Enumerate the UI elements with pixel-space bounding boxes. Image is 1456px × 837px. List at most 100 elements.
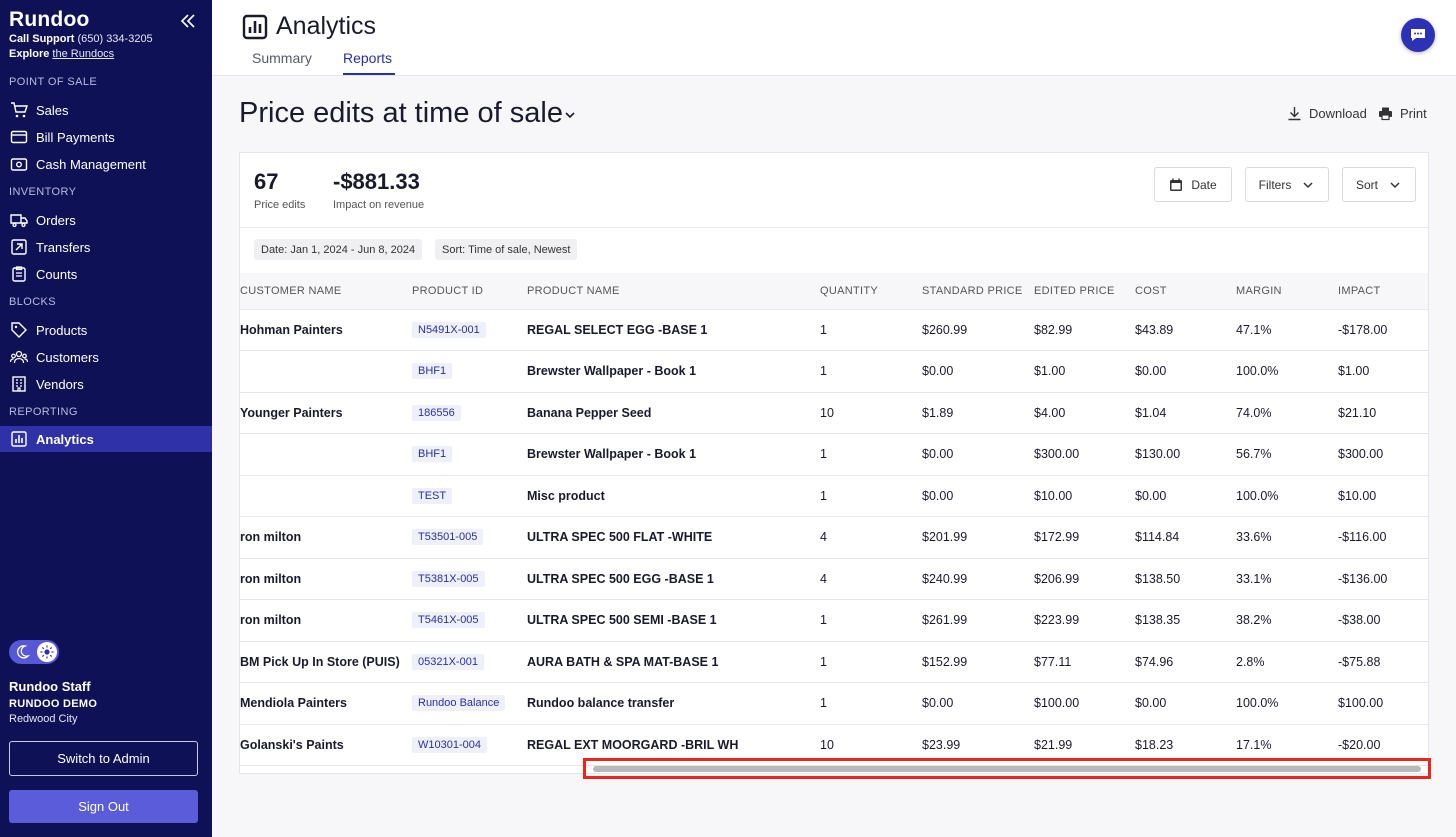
product-id-badge[interactable]: W10301-004 xyxy=(412,736,487,753)
product-id-badge[interactable]: T53501-005 xyxy=(412,529,484,546)
table-cell xyxy=(240,433,412,476)
truck-icon xyxy=(10,214,28,228)
table-cell xyxy=(240,475,412,517)
table-cell: $300.00 xyxy=(1034,433,1135,476)
sidebar-item-vendors[interactable]: Vendors xyxy=(0,371,212,397)
download-button[interactable]: Download xyxy=(1287,106,1367,121)
column-header[interactable]: COST xyxy=(1135,273,1236,310)
product-id-badge[interactable]: TEST xyxy=(412,487,453,504)
table-cell: $21.10 xyxy=(1338,392,1428,434)
table-cell: ULTRA SPEC 500 SEMI -BASE 1 xyxy=(527,599,820,642)
print-label: Print xyxy=(1400,106,1427,121)
product-id-badge[interactable]: N5491X-001 xyxy=(412,321,486,338)
table-cell: Brewster Wallpaper - Book 1 xyxy=(527,433,820,476)
user-name: Rundoo Staff xyxy=(9,679,91,694)
table-cell: $0.00 xyxy=(1135,350,1236,393)
table-row[interactable]: ron milton T53501-005 ULTRA SPEC 500 FLAT … xyxy=(240,516,1428,559)
table-row[interactable]: TEST Misc product 1 $0.00 $10.00 $0.00 100.0% $… xyxy=(240,475,1428,517)
column-header[interactable]: EDITED PRICE xyxy=(1034,273,1135,310)
sidebar-item-analytics[interactable]: Analytics xyxy=(0,426,212,452)
explore-label: Explore xyxy=(9,48,50,60)
column-header[interactable]: CUSTOMER NAME xyxy=(240,273,412,310)
page-header: Analytics Summary Reports xyxy=(212,0,1456,76)
sidebar-item-sales[interactable]: Sales xyxy=(0,97,212,123)
product-id-badge[interactable]: 186556 xyxy=(412,404,461,421)
sidebar-item-customers[interactable]: Customers xyxy=(0,344,212,370)
print-button[interactable]: Print xyxy=(1378,106,1427,121)
sidebar-item-label: Products xyxy=(36,322,88,338)
sidebar-item-cash-management[interactable]: Cash Management xyxy=(0,151,212,177)
table-cell: T53501-005 xyxy=(412,516,527,559)
table-cell: $261.99 xyxy=(922,599,1034,642)
table-cell: W10301-004 xyxy=(412,724,527,766)
scrollbar-thumb[interactable] xyxy=(593,766,1421,772)
double-chevron-left-icon[interactable] xyxy=(178,11,198,31)
horizontal-scrollbar[interactable] xyxy=(583,758,1431,779)
sidebar-item-label: Orders xyxy=(36,212,76,228)
sort-dropdown[interactable]: Sort xyxy=(1342,167,1416,202)
column-header[interactable]: IMPACT xyxy=(1338,273,1428,310)
column-header[interactable]: MARGIN xyxy=(1236,273,1338,310)
table-row[interactable]: BHF1 Brewster Wallpaper - Book 1 1 $0.00 $30… xyxy=(240,433,1428,476)
column-header[interactable]: PRODUCT NAME xyxy=(527,273,820,310)
product-id-badge[interactable]: T5381X-005 xyxy=(412,570,485,587)
product-id-badge[interactable]: Rundoo Balance xyxy=(412,695,506,712)
table-cell: ron milton xyxy=(240,516,412,559)
table-cell: $300.00 xyxy=(1338,433,1428,476)
company-name: RUNDOO DEMO xyxy=(9,698,98,710)
support-label: Call Support xyxy=(9,33,75,45)
table-cell: -$116.00 xyxy=(1338,516,1428,559)
report-title[interactable]: Price edits at time of sale xyxy=(239,97,563,130)
product-id-badge[interactable]: T5461X-005 xyxy=(412,612,485,629)
calendar-icon xyxy=(1170,178,1183,191)
sidebar-item-transfers[interactable]: Transfers xyxy=(0,234,212,260)
table-cell: 1 xyxy=(820,433,922,476)
rundocs-link[interactable]: the Rundocs xyxy=(52,48,114,60)
chevron-down-icon xyxy=(1303,181,1313,188)
table-cell: $172.99 xyxy=(1034,516,1135,559)
table-cell: ULTRA SPEC 500 EGG -BASE 1 xyxy=(527,558,820,600)
sidebar-item-orders[interactable]: Orders xyxy=(0,207,212,233)
sidebar-item-bill-payments[interactable]: Bill Payments xyxy=(0,124,212,150)
table-row[interactable]: BM Pick Up In Store (PUIS) 05321X-001 AURA… xyxy=(240,641,1428,683)
sidebar-item-label: Counts xyxy=(36,266,78,282)
table-row[interactable]: ron milton T5461X-005 ULTRA SPEC 500 SEMI … xyxy=(240,599,1428,642)
column-header[interactable]: STANDARD PRICE xyxy=(922,273,1034,310)
tab-summary[interactable]: Summary xyxy=(252,50,312,66)
sidebar-item-products[interactable]: Products xyxy=(0,317,212,343)
date-button[interactable]: Date xyxy=(1154,167,1232,202)
chevron-down-icon[interactable] xyxy=(563,108,577,122)
table-cell: 05321X-001 xyxy=(412,641,527,683)
tab-reports[interactable]: Reports xyxy=(343,50,392,66)
table-cell: 186556 xyxy=(412,392,527,434)
chat-button[interactable] xyxy=(1401,18,1435,52)
table-row[interactable]: Hohman Painters N5491X-001 REGAL SELECT EG… xyxy=(240,309,1428,351)
column-header[interactable]: PRODUCT ID xyxy=(412,273,527,310)
table-cell: $1.89 xyxy=(922,392,1034,434)
table-cell: BHF1 xyxy=(412,350,527,393)
sidebar-item-counts[interactable]: Counts xyxy=(0,261,212,287)
table-cell: $0.00 xyxy=(922,350,1034,393)
product-id-badge[interactable]: BHF1 xyxy=(412,363,453,380)
filters-dropdown[interactable]: Filters xyxy=(1245,167,1329,202)
table-cell: ron milton xyxy=(240,599,412,642)
table-cell: $1.04 xyxy=(1135,392,1236,434)
product-id-badge[interactable]: BHF1 xyxy=(412,446,453,463)
table-row[interactable]: Mendiola Painters Rundoo Balance Rundoo ba… xyxy=(240,682,1428,725)
sidebar-item-label: Transfers xyxy=(36,239,91,255)
table-cell: $260.99 xyxy=(922,309,1034,351)
column-header[interactable]: QUANTITY xyxy=(820,273,922,310)
table-row[interactable]: Younger Painters 186556 Banana Pepper Seed… xyxy=(240,392,1428,434)
table-cell: 2.8% xyxy=(1236,641,1338,683)
table-cell: Rundoo Balance xyxy=(412,682,527,725)
table-row[interactable]: ron milton T5381X-005 ULTRA SPEC 500 EGG -… xyxy=(240,558,1428,600)
sign-out-button[interactable]: Sign Out xyxy=(9,790,198,823)
support-phone[interactable]: (650) 334-3205 xyxy=(77,33,152,45)
section-reporting: REPORTING xyxy=(9,406,78,418)
table-cell: Brewster Wallpaper - Book 1 xyxy=(527,350,820,393)
switch-to-admin-button[interactable]: Switch to Admin xyxy=(9,741,198,776)
table-cell: 1 xyxy=(820,682,922,725)
product-id-badge[interactable]: 05321X-001 xyxy=(412,653,484,670)
table-row[interactable]: BHF1 Brewster Wallpaper - Book 1 1 $0.00 $1.… xyxy=(240,350,1428,393)
theme-toggle[interactable] xyxy=(9,640,59,664)
